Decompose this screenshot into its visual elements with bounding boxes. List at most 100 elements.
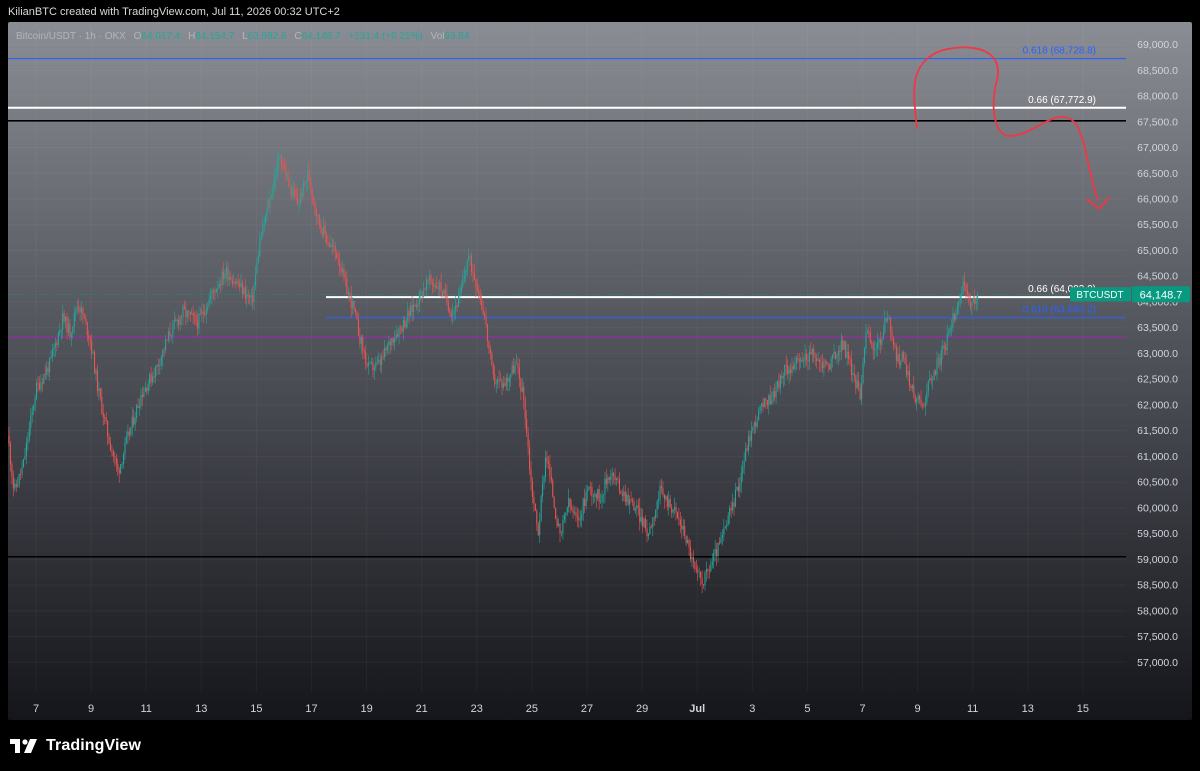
candle-body — [43, 374, 45, 384]
candle-body — [36, 383, 38, 399]
candle-body — [536, 510, 538, 525]
candle-body — [202, 311, 204, 314]
candle-body — [138, 406, 141, 408]
candle-body — [101, 397, 103, 414]
candle-body — [15, 484, 17, 487]
candle-body — [324, 225, 326, 235]
candle-body — [863, 348, 866, 364]
candle-body — [25, 442, 27, 457]
candle-body — [872, 343, 874, 351]
candle-body — [634, 509, 636, 511]
candle-body — [250, 294, 252, 298]
candle-body — [746, 448, 748, 451]
candle-body — [919, 395, 921, 400]
candle-body — [160, 357, 162, 366]
candle-body — [109, 443, 112, 451]
candle-body — [903, 352, 905, 359]
candle-body — [140, 394, 142, 407]
candle-body — [543, 476, 545, 484]
candle-body — [157, 364, 159, 366]
candle-body — [701, 577, 703, 585]
candle-body — [842, 340, 844, 350]
candle-body — [112, 451, 114, 457]
price-tick-label: 57,500.0 — [1137, 631, 1178, 643]
candle-body — [579, 519, 581, 521]
candle-body — [766, 400, 768, 406]
chart-canvas[interactable]: 0.618 (68,728.8)0.66 (67,772.9)0.66 (64,… — [8, 22, 1192, 720]
candle-body — [813, 349, 815, 357]
candle-body — [636, 505, 638, 510]
candle-body — [707, 569, 709, 571]
candle-body — [430, 275, 432, 283]
candle-body — [605, 478, 607, 484]
candle-body — [434, 285, 436, 288]
candle-body — [169, 331, 171, 337]
candle-body — [59, 330, 61, 334]
candle-body — [966, 290, 968, 294]
candle-body — [820, 362, 822, 363]
candle-body — [307, 170, 309, 181]
candle-body — [937, 357, 939, 360]
candle-body — [878, 339, 880, 343]
candle-body — [803, 361, 805, 363]
candle-body — [942, 345, 944, 350]
candle-body — [299, 193, 301, 204]
candle-body — [240, 282, 242, 287]
candle-body — [423, 289, 425, 297]
chart-frame[interactable]: 0.618 (68,728.8) 0.66 (67,772.9) 0.66 (64,… — [8, 22, 1192, 720]
candle-body — [11, 464, 13, 477]
candle-body — [779, 375, 781, 389]
candle-body — [99, 388, 101, 398]
price-tick-label: 58,500.0 — [1137, 580, 1178, 592]
candle-body — [833, 351, 835, 355]
candle-body — [20, 473, 22, 475]
time-tick-label: 7 — [859, 703, 865, 715]
candle-body — [166, 339, 168, 341]
candle-body — [482, 307, 484, 315]
price-tick-label: 65,500.0 — [1137, 219, 1178, 231]
candle-body — [885, 318, 887, 321]
candle-body — [498, 379, 500, 381]
candle-body — [834, 351, 837, 359]
candle-body — [710, 565, 712, 572]
candle-body — [162, 349, 164, 358]
candle-body — [401, 327, 403, 332]
candle-body — [330, 245, 332, 247]
time-tick-label: 17 — [305, 703, 317, 715]
candle-body — [224, 274, 226, 280]
candle-body — [555, 507, 557, 519]
candle-body — [263, 222, 265, 224]
candle-body — [716, 549, 718, 557]
candle-body — [578, 517, 580, 521]
candle-body — [866, 331, 868, 333]
candle-body — [340, 267, 342, 273]
candle-body — [914, 396, 916, 402]
candle-body — [669, 499, 671, 508]
candle-body — [207, 306, 209, 311]
candle-body — [527, 432, 529, 448]
candle-body — [111, 450, 113, 452]
candle-body — [183, 306, 185, 310]
candle-body — [768, 395, 770, 406]
price-tick-label: 66,500.0 — [1137, 168, 1178, 180]
candle-body — [868, 331, 870, 333]
candle-body — [585, 491, 587, 507]
candle-body — [179, 316, 181, 325]
candle-body — [185, 309, 187, 318]
candle-body — [444, 289, 446, 294]
time-tick-label: 13 — [195, 703, 207, 715]
candle-body — [737, 486, 739, 492]
candle-body — [597, 489, 599, 499]
candle-body — [41, 382, 43, 384]
candle-body — [874, 349, 876, 351]
candle-body — [971, 302, 973, 308]
candle-body — [352, 300, 354, 309]
candle-body — [711, 561, 713, 566]
price-tick-label: 60,500.0 — [1137, 477, 1178, 489]
candle-body — [244, 287, 246, 299]
candle-body — [524, 399, 526, 419]
candle-body — [53, 347, 55, 351]
candle-body — [297, 197, 299, 205]
candle-body — [424, 289, 426, 291]
candle-body — [794, 364, 796, 370]
